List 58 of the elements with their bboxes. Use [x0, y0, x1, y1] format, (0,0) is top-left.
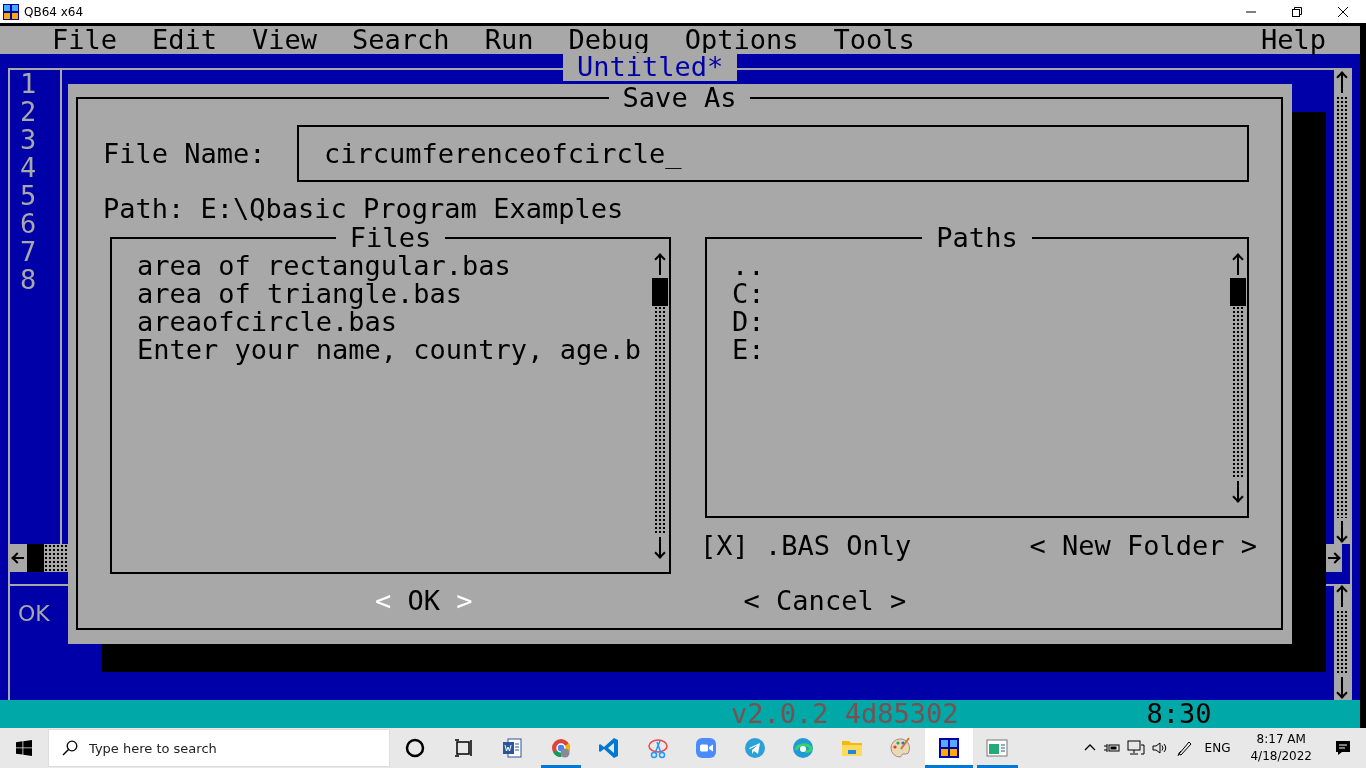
search-field[interactable]: Type here to search [48, 729, 390, 767]
dialog-button[interactable]: < OK > [375, 587, 473, 615]
qb64-logo-icon[interactable] [924, 728, 973, 768]
close-icon [1337, 5, 1349, 18]
notification-icon[interactable] [1334, 739, 1352, 757]
cursor-position: 8:30 [1146, 700, 1212, 728]
line-number: 5 [20, 182, 38, 210]
menu-item[interactable]: View [252, 26, 318, 54]
line-number: 1 [20, 70, 38, 98]
menu-item[interactable]: File [52, 26, 118, 54]
line-number: 4 [20, 154, 38, 182]
line-number: 8 [20, 266, 38, 294]
scrollbar[interactable] [651, 252, 669, 560]
menu-item[interactable]: Options [684, 26, 799, 54]
version-text: v2.0.2 4d85302 [731, 700, 959, 728]
search-icon [62, 740, 78, 756]
dialog-button[interactable]: < New Folder > [1029, 532, 1257, 560]
bas-only-checkbox[interactable]: [X] .BAS Only [700, 532, 912, 560]
list-entry[interactable]: D: [732, 308, 765, 336]
file-name-label: File Name: [103, 139, 266, 168]
scrollbar[interactable] [1229, 252, 1247, 504]
menu-item[interactable]: Search [352, 26, 450, 54]
network-icon[interactable] [1126, 740, 1145, 756]
scrollbar[interactable] [1334, 70, 1350, 544]
menu-item[interactable]: Tools [833, 26, 915, 54]
list-entry[interactable]: area of triangle.bas [137, 280, 463, 308]
list-entry[interactable]: E: [732, 336, 765, 364]
menu-item[interactable]: Help [1260, 26, 1326, 54]
battery-plug-icon[interactable] [1102, 741, 1121, 755]
line-number: 3 [20, 126, 38, 154]
dialog-title: Save As [621, 84, 738, 112]
clock-time[interactable]: 8:17 AM [1256, 731, 1306, 748]
language-indicator[interactable]: ENG [1204, 741, 1231, 755]
list-entry[interactable]: areaofcircle.bas [137, 308, 398, 336]
restore-icon [1291, 5, 1303, 18]
line-number: 6 [20, 210, 38, 238]
immediate-output: OK [17, 600, 50, 628]
menu-item[interactable]: Debug [568, 26, 650, 54]
scrollbar[interactable] [1334, 584, 1350, 700]
editor-title: Untitled* [563, 53, 738, 81]
menu-item[interactable]: Run [484, 26, 534, 54]
list-entry[interactable]: .. [732, 252, 765, 280]
line-number: 2 [20, 98, 38, 126]
clock-date[interactable]: 4/18/2022 [1250, 748, 1312, 765]
pen-icon[interactable] [1174, 739, 1193, 757]
list-title: Files [348, 224, 432, 252]
app-logo-icon [3, 3, 19, 20]
list-title: Paths [935, 224, 1019, 252]
line-number: 7 [20, 238, 38, 266]
file-name-field[interactable]: circumferenceofcircle_ [297, 125, 1249, 182]
window-title: QB64 x64 [24, 4, 84, 19]
menu-item[interactable]: Edit [152, 26, 218, 54]
path-text: Path: E:\Qbasic Program Examples [103, 195, 625, 223]
list-entry[interactable]: Enter your name, country, age.b [137, 336, 641, 364]
speaker-icon[interactable] [1150, 740, 1169, 756]
dialog-button[interactable]: < Cancel > [743, 587, 907, 615]
list-entry[interactable]: C: [732, 280, 765, 308]
list-entry[interactable]: area of rectangular.bas [137, 252, 511, 280]
